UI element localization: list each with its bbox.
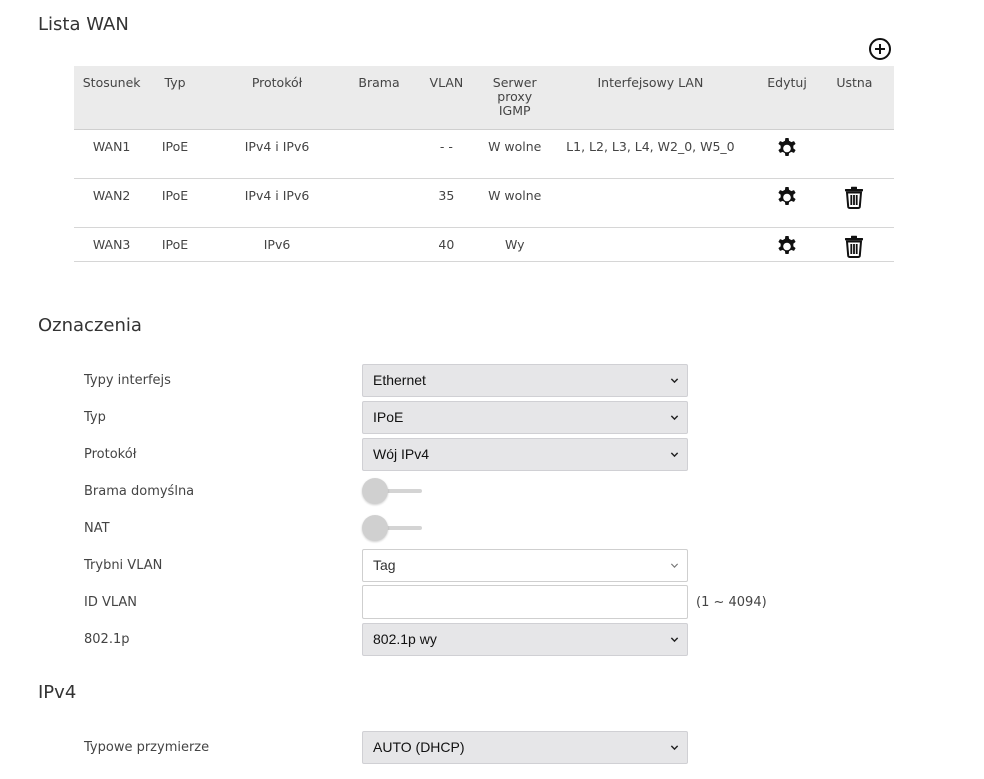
type-value: IPoE	[373, 409, 404, 425]
wan-list-title: Lista WAN	[38, 14, 129, 35]
type-select[interactable]: IPoE	[362, 400, 688, 434]
cell-vlan: 40	[438, 237, 455, 252]
col-header: VLAN	[429, 75, 464, 90]
cell-lan	[541, 179, 759, 227]
protocol-value: Wój IPv4	[373, 446, 430, 462]
cell-type: IPoE	[161, 139, 189, 154]
vlan-mode-select[interactable]: Tag	[362, 548, 688, 582]
nat-label: NAT	[84, 520, 110, 536]
vlan-mode-label: Trybni VLAN	[84, 557, 163, 573]
chevron-down-icon	[670, 562, 679, 568]
default-gateway-row: Brama domyślna	[84, 474, 784, 508]
wan-table-header: Stosunek Typ Protokół Brama VLAN Serwer …	[74, 66, 894, 130]
cell-lan: L1, L2, L3, L4, W2_0, W5_0	[566, 139, 735, 154]
vlan-id-row: ID VLAN (1 ~ 4094)	[84, 585, 784, 619]
interface-type-value: Ethernet	[373, 372, 426, 388]
nat-toggle[interactable]	[362, 515, 424, 541]
connection-type-row: Typowe przymierze AUTO (DHCP)	[84, 730, 784, 764]
cell-name: WAN2	[92, 188, 131, 203]
labels-section-title: Oznaczenia	[38, 315, 142, 336]
cell-name: WAN1	[92, 139, 131, 154]
wan-table: Stosunek Typ Protokół Brama VLAN Serwer …	[74, 66, 894, 262]
toggle-knob	[362, 515, 388, 541]
interface-type-row: Typy interfejs Ethernet	[84, 363, 784, 397]
col-header: Interfejsowy LAN	[597, 75, 704, 90]
trash-icon[interactable]	[842, 185, 866, 209]
toggle-knob	[362, 478, 388, 504]
connection-type-select[interactable]: AUTO (DHCP)	[362, 730, 688, 764]
interface-type-label: Typy interfejs	[84, 372, 171, 388]
ipv4-section-title: IPv4	[38, 682, 77, 703]
cell-type: IPoE	[161, 188, 189, 203]
type-row: Typ IPoE	[84, 400, 784, 434]
chevron-down-icon	[670, 636, 679, 642]
vlan-mode-value: Tag	[373, 557, 396, 573]
default-gateway-label: Brama domyślna	[84, 483, 195, 499]
cell-protocol: IPv4 i IPv6	[244, 139, 310, 154]
default-gateway-toggle[interactable]	[362, 478, 424, 504]
protocol-row: Protokół Wój IPv4	[84, 437, 784, 471]
table-row: WAN2 IPoE IPv4 i IPv6 35 W wolne	[74, 179, 894, 228]
col-header: Typ	[164, 75, 186, 90]
cell-name: WAN3	[92, 237, 131, 252]
cell-lan	[541, 228, 759, 261]
chevron-down-icon	[670, 451, 679, 457]
interface-type-select[interactable]: Ethernet	[362, 363, 688, 397]
col-header: Stosunek	[82, 75, 141, 90]
cell-gateway	[353, 179, 405, 227]
vlan-id-hint: (1 ~ 4094)	[696, 594, 767, 610]
connection-type-label: Typowe przymierze	[84, 739, 210, 755]
dot1p-label: 802.1p	[84, 631, 130, 647]
cell-protocol: IPv6	[263, 237, 291, 252]
add-circle-icon[interactable]	[868, 37, 892, 61]
gear-icon[interactable]	[775, 234, 799, 258]
protocol-label: Protokół	[84, 446, 137, 462]
cell-igmp: Wy	[504, 237, 525, 252]
table-row: WAN3 IPoE IPv6 40 Wy	[74, 228, 894, 262]
dot1p-value: 802.1p wy	[373, 631, 437, 647]
trash-icon[interactable]	[842, 234, 866, 258]
dot1p-row: 802.1p 802.1p wy	[84, 622, 784, 656]
col-header: Ustna	[836, 75, 873, 90]
col-header: Edytuj	[767, 75, 807, 90]
cell-vlan: - -	[439, 139, 453, 154]
cell-igmp: W wolne	[488, 188, 542, 203]
protocol-select[interactable]: Wój IPv4	[362, 437, 688, 471]
chevron-down-icon	[670, 414, 679, 420]
cell-gateway	[353, 228, 405, 261]
gear-icon[interactable]	[775, 185, 799, 209]
chevron-down-icon	[670, 377, 679, 383]
col-header: Brama	[358, 75, 400, 90]
cell-gateway	[353, 130, 405, 178]
type-label: Typ	[84, 409, 106, 425]
vlan-id-label: ID VLAN	[84, 594, 138, 610]
col-header: Protokół	[251, 75, 303, 90]
cell-vlan: 35	[438, 188, 455, 203]
nat-row: NAT	[84, 511, 784, 545]
vlan-mode-row: Trybni VLAN Tag	[84, 548, 784, 582]
table-row: WAN1 IPoE IPv4 i IPv6 - - W wolne L1, L2…	[74, 130, 894, 179]
col-header: Serwer proxy IGMP	[492, 75, 537, 118]
chevron-down-icon	[670, 744, 679, 750]
cell-igmp: W wolne	[488, 139, 542, 154]
gear-icon[interactable]	[775, 136, 799, 160]
dot1p-select[interactable]: 802.1p wy	[362, 622, 688, 656]
cell-type: IPoE	[161, 237, 189, 252]
vlan-id-input[interactable]	[362, 585, 688, 619]
cell-protocol: IPv4 i IPv6	[244, 188, 310, 203]
connection-type-value: AUTO (DHCP)	[373, 739, 465, 755]
